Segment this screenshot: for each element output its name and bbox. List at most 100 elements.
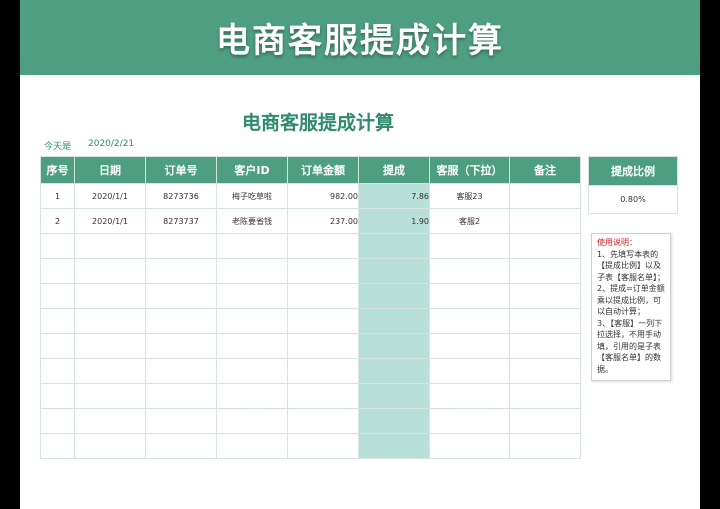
empty-cell[interactable]	[40, 283, 75, 309]
column-header-customer-id[interactable]: 客户ID	[216, 156, 288, 184]
empty-cell[interactable]	[74, 383, 146, 409]
empty-cell[interactable]	[145, 383, 217, 409]
empty-commission-cell[interactable]	[358, 358, 430, 384]
empty-commission-cell[interactable]	[358, 433, 430, 459]
empty-cell[interactable]	[509, 358, 581, 384]
ratio-value-cell[interactable]: 0.80%	[588, 185, 678, 214]
empty-cell[interactable]	[40, 358, 75, 384]
empty-cell[interactable]	[509, 383, 581, 409]
column-header-index[interactable]: 序号	[40, 156, 75, 184]
cell-agent-dropdown[interactable]: 客服2	[429, 208, 510, 234]
empty-commission-cell[interactable]	[358, 258, 430, 284]
cell-agent-dropdown[interactable]: 客服23	[429, 183, 510, 209]
empty-cell[interactable]	[145, 358, 217, 384]
empty-cell[interactable]	[216, 408, 288, 434]
cell-order-no[interactable]: 8273737	[145, 208, 217, 234]
empty-cell[interactable]	[429, 383, 510, 409]
cell-remarks[interactable]	[509, 183, 581, 209]
empty-cell[interactable]	[216, 283, 288, 309]
cell-date[interactable]: 2020/1/1	[74, 208, 146, 234]
empty-cell[interactable]	[509, 433, 581, 459]
empty-cell[interactable]	[287, 408, 359, 434]
column-header-remarks[interactable]: 备注	[509, 156, 581, 184]
cell-remarks[interactable]	[509, 208, 581, 234]
empty-cell[interactable]	[509, 233, 581, 259]
empty-cell[interactable]	[509, 308, 581, 334]
empty-cell[interactable]	[429, 308, 510, 334]
empty-cell[interactable]	[145, 333, 217, 359]
empty-commission-cell[interactable]	[358, 333, 430, 359]
empty-cell[interactable]	[74, 358, 146, 384]
empty-cell[interactable]	[145, 233, 217, 259]
empty-cell[interactable]	[216, 358, 288, 384]
empty-cell[interactable]	[40, 433, 75, 459]
empty-commission-cell[interactable]	[358, 383, 430, 409]
empty-cell[interactable]	[74, 408, 146, 434]
notes-body: 1、先填写本表的【提成比例】以及子表【客服名单】； 2、提成=订单金额乘以提成比…	[597, 249, 665, 374]
empty-cell[interactable]	[429, 433, 510, 459]
empty-cell[interactable]	[40, 333, 75, 359]
empty-cell[interactable]	[74, 258, 146, 284]
empty-commission-cell[interactable]	[358, 408, 430, 434]
empty-cell[interactable]	[74, 233, 146, 259]
ratio-header[interactable]: 提成比例	[588, 156, 678, 186]
empty-cell[interactable]	[74, 308, 146, 334]
empty-cell[interactable]	[216, 383, 288, 409]
column-header-agent[interactable]: 客服（下拉）	[429, 156, 510, 184]
empty-cell[interactable]	[287, 358, 359, 384]
empty-cell[interactable]	[145, 308, 217, 334]
empty-cell[interactable]	[145, 433, 217, 459]
empty-cell[interactable]	[216, 433, 288, 459]
empty-commission-cell[interactable]	[358, 233, 430, 259]
empty-cell[interactable]	[287, 258, 359, 284]
empty-cell[interactable]	[429, 233, 510, 259]
cell-index[interactable]: 2	[40, 208, 75, 234]
empty-cell[interactable]	[287, 333, 359, 359]
cell-order-no[interactable]: 8273736	[145, 183, 217, 209]
cell-commission[interactable]: 7.86	[358, 183, 430, 209]
empty-cell[interactable]	[287, 233, 359, 259]
empty-commission-cell[interactable]	[358, 308, 430, 334]
empty-commission-cell[interactable]	[358, 283, 430, 309]
empty-cell[interactable]	[509, 408, 581, 434]
today-date-cell[interactable]: 2020/2/21	[88, 139, 134, 149]
empty-cell[interactable]	[287, 308, 359, 334]
empty-cell[interactable]	[145, 258, 217, 284]
cell-index[interactable]: 1	[40, 183, 75, 209]
cell-customer-id[interactable]: 老陈要省钱	[216, 208, 288, 234]
empty-cell[interactable]	[287, 283, 359, 309]
empty-cell[interactable]	[145, 408, 217, 434]
empty-cell[interactable]	[429, 283, 510, 309]
empty-cell[interactable]	[40, 383, 75, 409]
empty-cell[interactable]	[509, 258, 581, 284]
empty-cell[interactable]	[216, 258, 288, 284]
empty-cell[interactable]	[40, 408, 75, 434]
empty-cell[interactable]	[74, 433, 146, 459]
empty-cell[interactable]	[429, 333, 510, 359]
column-header-amount[interactable]: 订单金额	[287, 156, 359, 184]
empty-cell[interactable]	[429, 258, 510, 284]
empty-cell[interactable]	[145, 283, 217, 309]
empty-cell[interactable]	[216, 308, 288, 334]
column-header-date[interactable]: 日期	[74, 156, 146, 184]
empty-cell[interactable]	[429, 408, 510, 434]
empty-cell[interactable]	[40, 308, 75, 334]
cell-date[interactable]: 2020/1/1	[74, 183, 146, 209]
empty-cell[interactable]	[74, 283, 146, 309]
cell-commission[interactable]: 1.90	[358, 208, 430, 234]
empty-cell[interactable]	[509, 333, 581, 359]
column-header-commission[interactable]: 提成	[358, 156, 430, 184]
empty-cell[interactable]	[216, 233, 288, 259]
empty-cell[interactable]	[74, 333, 146, 359]
cell-amount[interactable]: 237.00	[287, 208, 359, 234]
empty-cell[interactable]	[429, 358, 510, 384]
column-header-order-no[interactable]: 订单号	[145, 156, 217, 184]
cell-customer-id[interactable]: 梅子吃草啦	[216, 183, 288, 209]
empty-cell[interactable]	[509, 283, 581, 309]
cell-amount[interactable]: 982.00	[287, 183, 359, 209]
empty-cell[interactable]	[287, 433, 359, 459]
empty-cell[interactable]	[287, 383, 359, 409]
empty-cell[interactable]	[216, 333, 288, 359]
empty-cell[interactable]	[40, 258, 75, 284]
empty-cell[interactable]	[40, 233, 75, 259]
